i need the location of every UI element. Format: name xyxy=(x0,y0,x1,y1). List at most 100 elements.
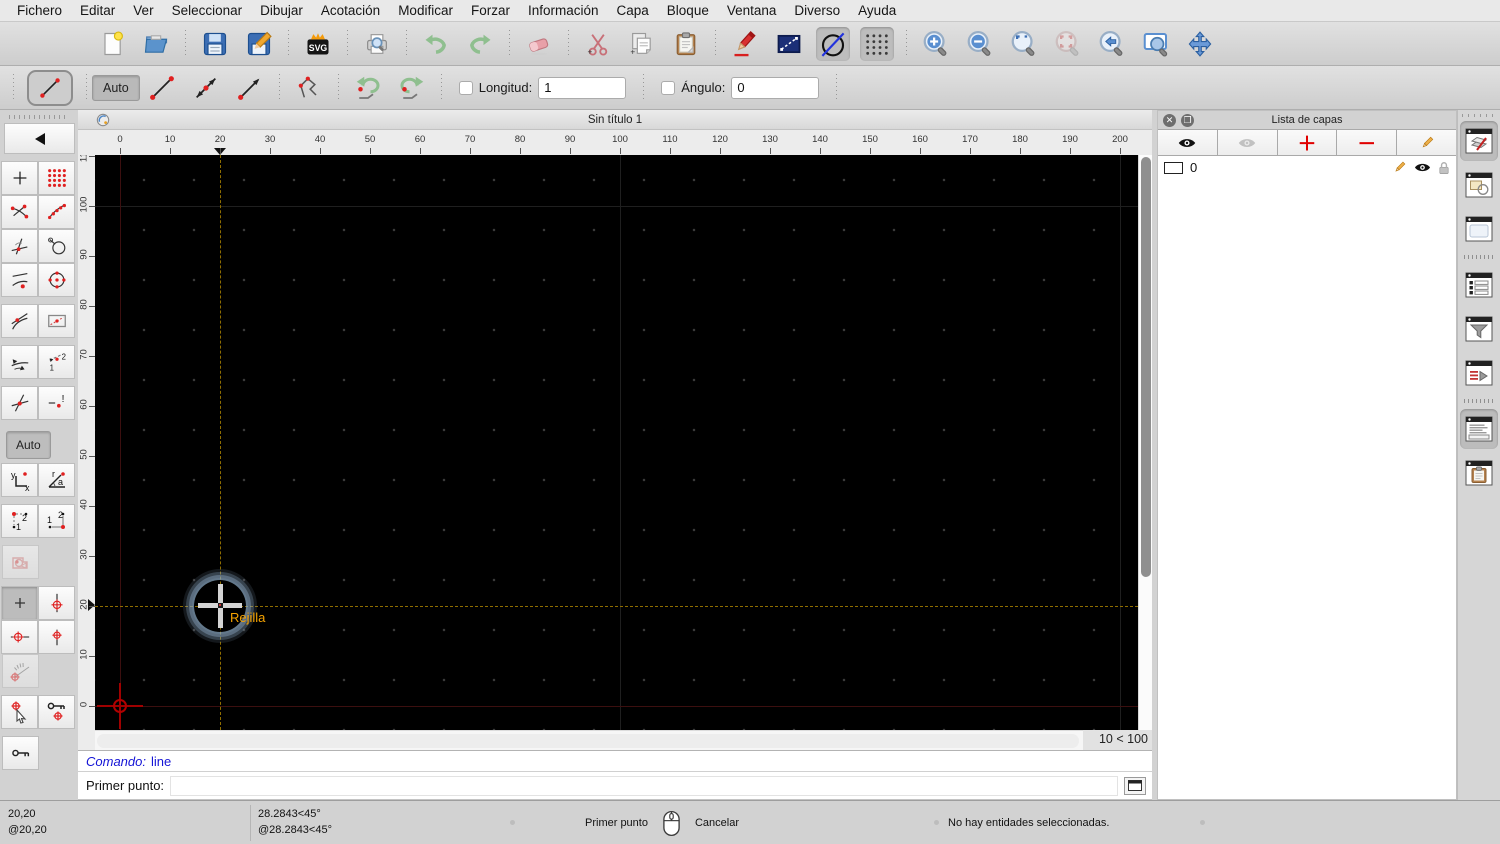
menu-ver[interactable]: Ver xyxy=(124,3,162,18)
document-new-button[interactable] xyxy=(95,27,129,61)
zoom-out-button[interactable] xyxy=(963,27,997,61)
menu-diverso[interactable]: Diverso xyxy=(785,3,849,18)
selection-filter-dock-button[interactable] xyxy=(1460,309,1498,349)
vertical-scrollbar-thumb[interactable] xyxy=(1141,157,1151,577)
line-two-points-button[interactable] xyxy=(145,71,179,105)
line-mode-auto-button[interactable]: Auto xyxy=(92,74,140,101)
menu-fichero[interactable]: Fichero xyxy=(8,3,71,18)
folder-open-button[interactable] xyxy=(139,27,173,61)
toolbar-drag-handle[interactable] xyxy=(13,73,14,102)
length-input[interactable] xyxy=(538,76,627,99)
command-options-dock-button[interactable] xyxy=(1460,353,1498,393)
draft-mode-button[interactable] xyxy=(816,26,850,61)
layer-color-swatch[interactable] xyxy=(1164,161,1183,174)
relative-coordinates-button[interactable]: 12 xyxy=(1,504,38,538)
layer-row[interactable]: 0 xyxy=(1158,156,1456,179)
save-as-button[interactable] xyxy=(242,27,276,61)
menu-seleccionar[interactable]: Seleccionar xyxy=(163,3,252,18)
close-icon[interactable]: ✕ xyxy=(1163,113,1176,127)
snap-intersection-manual-button[interactable]: ! xyxy=(38,386,75,420)
angle-input[interactable] xyxy=(731,76,820,99)
menu-editar[interactable]: Editar xyxy=(71,3,124,18)
vertical-scrollbar[interactable] xyxy=(1138,155,1152,730)
layer-list-dock-button[interactable] xyxy=(1460,121,1498,161)
horizontal-scrollbar-thumb[interactable] xyxy=(97,734,1079,748)
snap-intersection-button[interactable] xyxy=(1,386,38,420)
coordinates-cartesian-button[interactable]: yx xyxy=(1,463,38,497)
menu-informacion[interactable]: Información xyxy=(519,3,608,18)
restrict-rectangle-button[interactable] xyxy=(38,304,75,338)
zoom-window-button[interactable] xyxy=(1139,27,1173,61)
back-button[interactable] xyxy=(4,123,75,154)
snap-grid-button[interactable] xyxy=(38,161,75,195)
clipboard-dock-button[interactable] xyxy=(1460,453,1498,493)
float-panel-icon[interactable]: ❐ xyxy=(1181,113,1194,127)
cut-button[interactable]: + xyxy=(581,27,615,61)
paste-button[interactable] xyxy=(669,27,703,61)
menu-bloque[interactable]: Bloque xyxy=(658,3,718,18)
snap-tangent-button[interactable] xyxy=(1,304,38,338)
remove-layer-button[interactable]: － xyxy=(1337,130,1398,156)
select-window-button[interactable] xyxy=(772,27,806,61)
toolbar-drag-handle[interactable] xyxy=(86,73,87,102)
grid-cursor-plus-button[interactable] xyxy=(1,586,38,620)
menu-dibujar[interactable]: Dibujar xyxy=(251,3,312,18)
restrict-orthogonal-button[interactable] xyxy=(1,345,38,379)
zoom-selection-button[interactable] xyxy=(1051,27,1085,61)
angle-gauge-button[interactable] xyxy=(2,654,39,688)
snap-auto-button[interactable]: Auto xyxy=(6,431,51,459)
pan-button[interactable] xyxy=(1183,27,1217,61)
library-browser-dock-button[interactable] xyxy=(1460,209,1498,249)
restrict-distance-button[interactable]: 12 xyxy=(38,345,75,379)
toolbar-drag-handle[interactable] xyxy=(9,115,69,119)
zoom-auto-button[interactable] xyxy=(1007,27,1041,61)
undo-button[interactable] xyxy=(419,27,453,61)
menu-ventana[interactable]: Ventana xyxy=(718,3,786,18)
snap-restriction-info-button[interactable] xyxy=(2,545,39,579)
show-all-layers-button[interactable] xyxy=(1158,130,1218,156)
snap-endpoint-button[interactable] xyxy=(1,195,38,229)
line-angle-button[interactable] xyxy=(189,71,223,105)
snap-free-button[interactable] xyxy=(1,161,38,195)
command-window-toggle-button[interactable] xyxy=(1124,776,1146,795)
command-input[interactable] xyxy=(170,775,1118,796)
polyline-button[interactable] xyxy=(292,71,326,105)
snap-entity-button[interactable] xyxy=(38,195,75,229)
line-tool-active-button[interactable] xyxy=(27,69,73,106)
zoom-in-button[interactable] xyxy=(919,27,953,61)
menu-capa[interactable]: Capa xyxy=(608,3,658,18)
export-svg-button[interactable]: SVG xyxy=(301,27,335,61)
copy-button[interactable]: + xyxy=(625,27,659,61)
save-button[interactable] xyxy=(198,27,232,61)
redo-button[interactable] xyxy=(463,27,497,61)
snap-middle-button[interactable] xyxy=(38,263,75,297)
erase-button[interactable] xyxy=(522,27,556,61)
print-preview-button[interactable] xyxy=(360,27,394,61)
menu-ayuda[interactable]: Ayuda xyxy=(849,3,905,18)
absolute-coordinates-button[interactable]: 12 xyxy=(38,504,75,538)
edit-layer-button[interactable] xyxy=(1397,130,1456,156)
menu-acotacion[interactable]: Acotación xyxy=(312,3,389,18)
snap-center-button[interactable] xyxy=(38,229,75,263)
drawing-canvas[interactable]: Rejilla xyxy=(95,155,1138,730)
crosshair-horizontal-button[interactable] xyxy=(1,620,38,654)
redo-segment-button[interactable] xyxy=(395,71,429,105)
draw-pen-button[interactable] xyxy=(728,27,762,61)
relative-zero-key-button[interactable] xyxy=(2,736,39,770)
line-horizontal-button[interactable] xyxy=(233,71,267,105)
command-line-dock-button[interactable] xyxy=(1460,409,1498,449)
entity-list-dock-button[interactable] xyxy=(1460,265,1498,305)
toolbar-drag-handle[interactable] xyxy=(1462,114,1496,117)
lock-relative-zero-button[interactable] xyxy=(38,695,75,729)
coordinates-polar-button[interactable]: ra xyxy=(38,463,75,497)
snap-perpendicular-button[interactable] xyxy=(1,229,38,263)
angle-checkbox[interactable] xyxy=(661,80,676,95)
snap-selected-entity-button[interactable] xyxy=(1,695,38,729)
block-list-dock-button[interactable] xyxy=(1460,165,1498,205)
layer-lock-icon[interactable] xyxy=(1438,161,1450,175)
layer-visibility-icon[interactable] xyxy=(1414,162,1431,173)
horizontal-scrollbar[interactable] xyxy=(95,730,1083,750)
add-layer-button[interactable]: ＋ xyxy=(1277,130,1338,156)
crosshair-vertical-button[interactable] xyxy=(38,586,75,620)
menu-modificar[interactable]: Modificar xyxy=(389,3,462,18)
